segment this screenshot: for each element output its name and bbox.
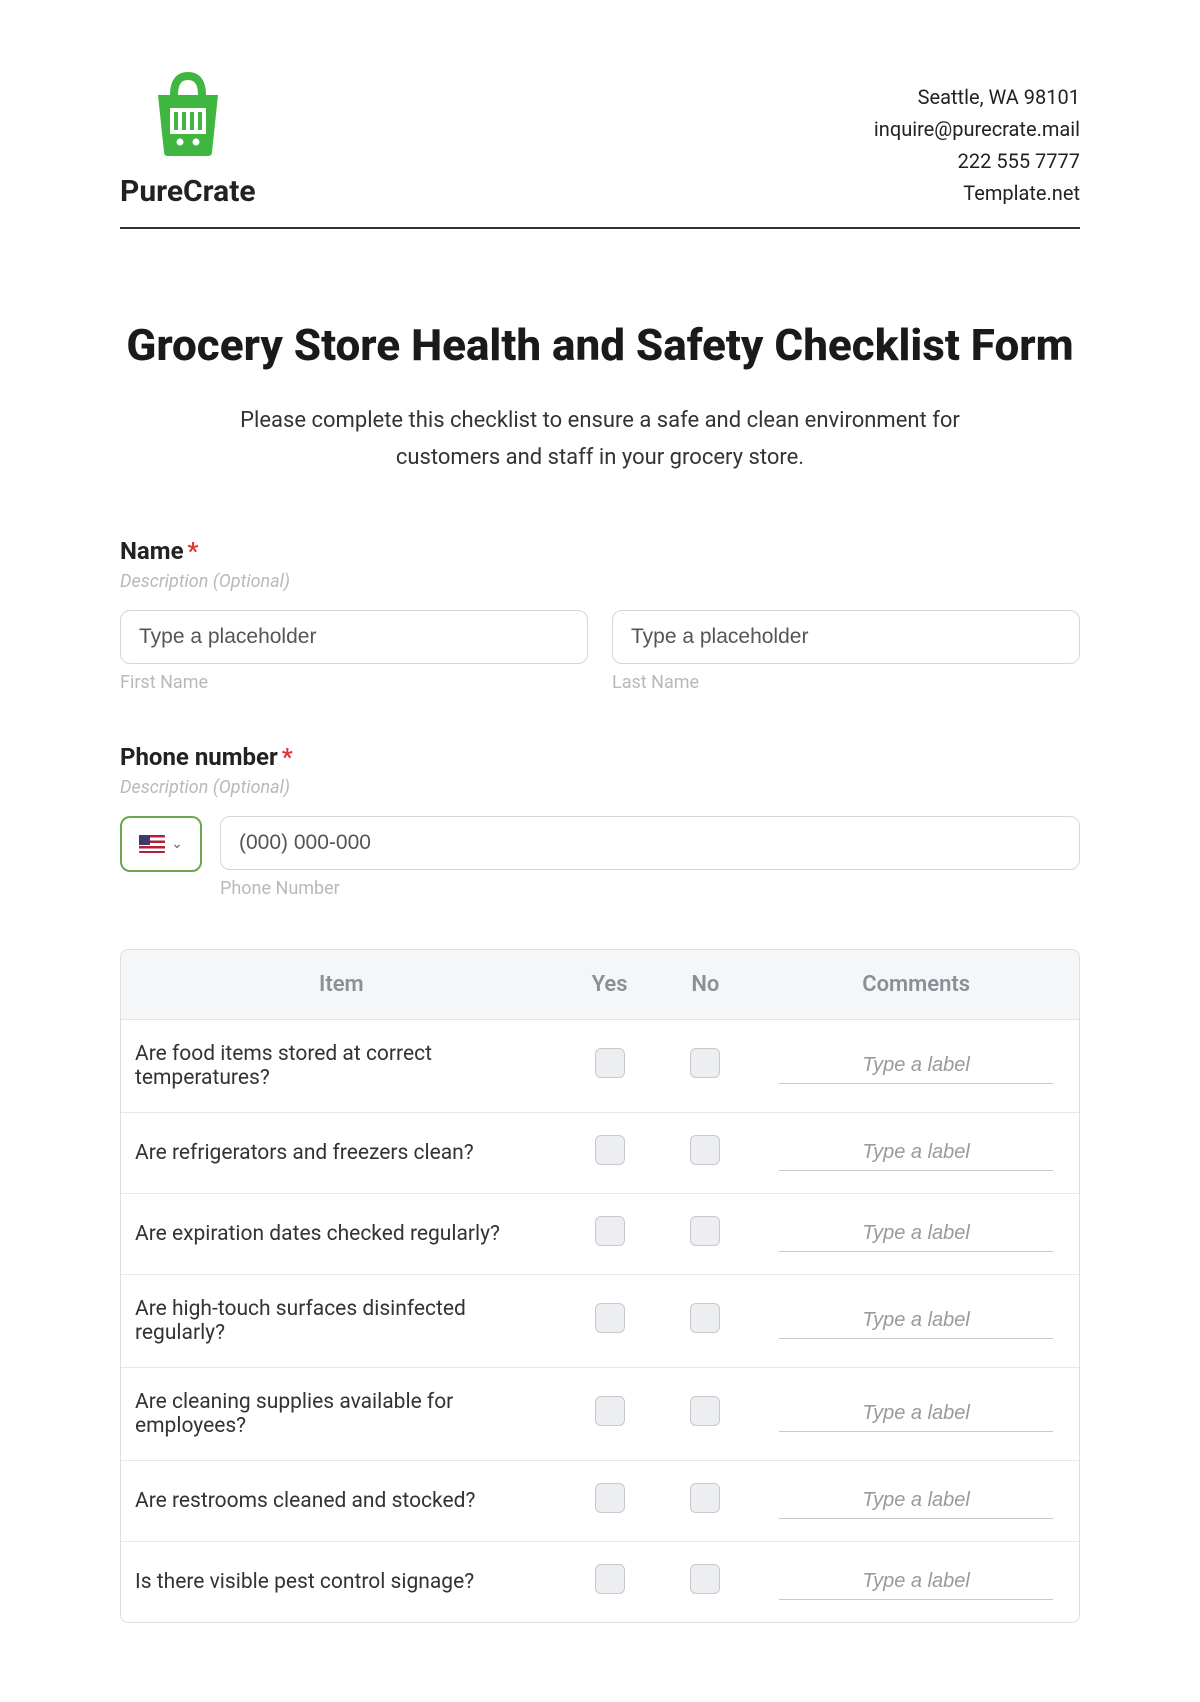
table-row: Are refrigerators and freezers clean? bbox=[121, 1112, 1079, 1193]
name-label: Name* bbox=[120, 537, 1080, 565]
th-yes: Yes bbox=[562, 950, 658, 1020]
name-description: Description (Optional) bbox=[120, 571, 1080, 592]
page-header: PureCrate Seattle, WA 98101 inquire@pure… bbox=[120, 60, 1080, 229]
brand: PureCrate bbox=[120, 60, 256, 209]
contact-block: Seattle, WA 98101 inquire@purecrate.mail… bbox=[874, 81, 1080, 209]
form-title: Grocery Store Health and Safety Checklis… bbox=[120, 319, 1080, 372]
first-name-input[interactable] bbox=[120, 610, 588, 664]
yes-checkbox[interactable] bbox=[595, 1564, 625, 1594]
comment-input[interactable] bbox=[779, 1303, 1053, 1339]
yes-checkbox[interactable] bbox=[595, 1216, 625, 1246]
last-name-input[interactable] bbox=[612, 610, 1080, 664]
phone-description: Description (Optional) bbox=[120, 777, 1080, 798]
checklist-table: Item Yes No Comments Are food items stor… bbox=[120, 949, 1080, 1623]
yes-checkbox[interactable] bbox=[595, 1135, 625, 1165]
last-name-sublabel: Last Name bbox=[612, 672, 1080, 693]
yes-checkbox[interactable] bbox=[595, 1396, 625, 1426]
contact-site: Template.net bbox=[874, 177, 1080, 209]
phone-field-group: Phone number* Description (Optional) ⌄ P… bbox=[120, 743, 1080, 899]
phone-label: Phone number* bbox=[120, 743, 1080, 771]
yes-checkbox[interactable] bbox=[595, 1303, 625, 1333]
yes-checkbox[interactable] bbox=[595, 1048, 625, 1078]
comment-input[interactable] bbox=[779, 1048, 1053, 1084]
th-comments: Comments bbox=[753, 950, 1079, 1020]
checklist-item-text: Are food items stored at correct tempera… bbox=[121, 1019, 562, 1112]
comment-input[interactable] bbox=[779, 1216, 1053, 1252]
no-checkbox[interactable] bbox=[690, 1216, 720, 1246]
table-row: Are food items stored at correct tempera… bbox=[121, 1019, 1079, 1112]
us-flag-icon bbox=[139, 835, 165, 853]
first-name-sublabel: First Name bbox=[120, 672, 588, 693]
brand-name: PureCrate bbox=[120, 174, 256, 209]
comment-input[interactable] bbox=[779, 1135, 1053, 1171]
form-intro: Please complete this checklist to ensure… bbox=[190, 402, 1010, 477]
phone-number-input[interactable] bbox=[220, 816, 1080, 870]
contact-address: Seattle, WA 98101 bbox=[874, 81, 1080, 113]
table-row: Are high-touch surfaces disinfected regu… bbox=[121, 1274, 1079, 1367]
required-mark: * bbox=[282, 743, 293, 771]
name-field-group: Name* Description (Optional) First Name … bbox=[120, 537, 1080, 693]
checklist-item-text: Is there visible pest control signage? bbox=[121, 1541, 562, 1622]
checklist-item-text: Are cleaning supplies available for empl… bbox=[121, 1367, 562, 1460]
phone-label-text: Phone number bbox=[120, 743, 278, 771]
table-row: Are expiration dates checked regularly? bbox=[121, 1193, 1079, 1274]
checklist-item-text: Are expiration dates checked regularly? bbox=[121, 1193, 562, 1274]
checklist-item-text: Are high-touch surfaces disinfected regu… bbox=[121, 1274, 562, 1367]
contact-phone: 222 555 7777 bbox=[874, 145, 1080, 177]
required-mark: * bbox=[188, 537, 199, 565]
no-checkbox[interactable] bbox=[690, 1135, 720, 1165]
table-row: Are cleaning supplies available for empl… bbox=[121, 1367, 1079, 1460]
country-code-select[interactable]: ⌄ bbox=[120, 816, 202, 872]
table-row: Are restrooms cleaned and stocked? bbox=[121, 1460, 1079, 1541]
contact-email: inquire@purecrate.mail bbox=[874, 113, 1080, 145]
th-no: No bbox=[657, 950, 753, 1020]
yes-checkbox[interactable] bbox=[595, 1483, 625, 1513]
comment-input[interactable] bbox=[779, 1396, 1053, 1432]
shopping-bag-cart-icon bbox=[138, 60, 238, 164]
no-checkbox[interactable] bbox=[690, 1396, 720, 1426]
checklist-item-text: Are restrooms cleaned and stocked? bbox=[121, 1460, 562, 1541]
chevron-down-icon: ⌄ bbox=[171, 836, 183, 852]
phone-sublabel: Phone Number bbox=[220, 878, 1080, 899]
no-checkbox[interactable] bbox=[690, 1483, 720, 1513]
checklist-item-text: Are refrigerators and freezers clean? bbox=[121, 1112, 562, 1193]
no-checkbox[interactable] bbox=[690, 1048, 720, 1078]
no-checkbox[interactable] bbox=[690, 1303, 720, 1333]
comment-input[interactable] bbox=[779, 1564, 1053, 1600]
name-label-text: Name bbox=[120, 537, 184, 565]
no-checkbox[interactable] bbox=[690, 1564, 720, 1594]
comment-input[interactable] bbox=[779, 1483, 1053, 1519]
th-item: Item bbox=[121, 950, 562, 1020]
table-row: Is there visible pest control signage? bbox=[121, 1541, 1079, 1622]
